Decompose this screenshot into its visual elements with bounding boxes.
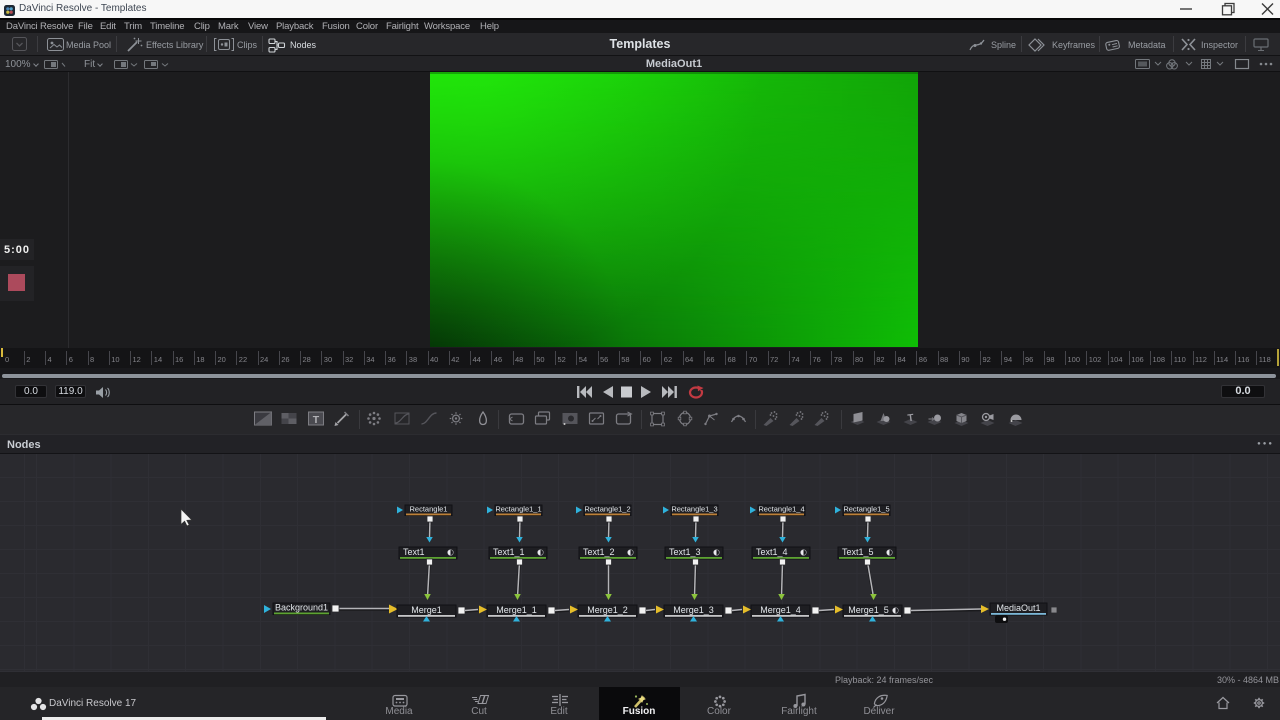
svg-text:Rectangle1: Rectangle1 xyxy=(410,505,448,514)
svg-text:Merge1_4: Merge1_4 xyxy=(760,605,801,615)
svg-text:Background1: Background1 xyxy=(275,603,328,613)
svg-text:Text1: Text1 xyxy=(403,547,425,557)
svg-text:Rectangle1_4: Rectangle1_4 xyxy=(758,505,804,514)
svg-text:Text1_1: Text1_1 xyxy=(493,547,525,557)
svg-text:MediaOut1: MediaOut1 xyxy=(996,603,1040,613)
svg-text:T: T xyxy=(907,413,915,425)
svg-text:Merge1: Merge1 xyxy=(411,605,442,615)
svg-text:Rectangle1_1: Rectangle1_1 xyxy=(495,505,541,514)
svg-text:Merge1_2: Merge1_2 xyxy=(587,605,628,615)
svg-text:Merge1_3: Merge1_3 xyxy=(673,605,714,615)
svg-text:Rectangle1_2: Rectangle1_2 xyxy=(584,505,630,514)
svg-text:Merge1_1: Merge1_1 xyxy=(496,605,537,615)
svg-text:Text1_2: Text1_2 xyxy=(583,547,615,557)
svg-text:Rectangle1_5: Rectangle1_5 xyxy=(843,505,889,514)
svg-text:Text1_3: Text1_3 xyxy=(669,547,701,557)
svg-text:T: T xyxy=(313,414,320,426)
svg-text:Text1_4: Text1_4 xyxy=(756,547,788,557)
svg-text:Text1_5: Text1_5 xyxy=(842,547,874,557)
svg-text:Merge1_5: Merge1_5 xyxy=(848,605,889,615)
svg-text:Rectangle1_3: Rectangle1_3 xyxy=(671,505,717,514)
